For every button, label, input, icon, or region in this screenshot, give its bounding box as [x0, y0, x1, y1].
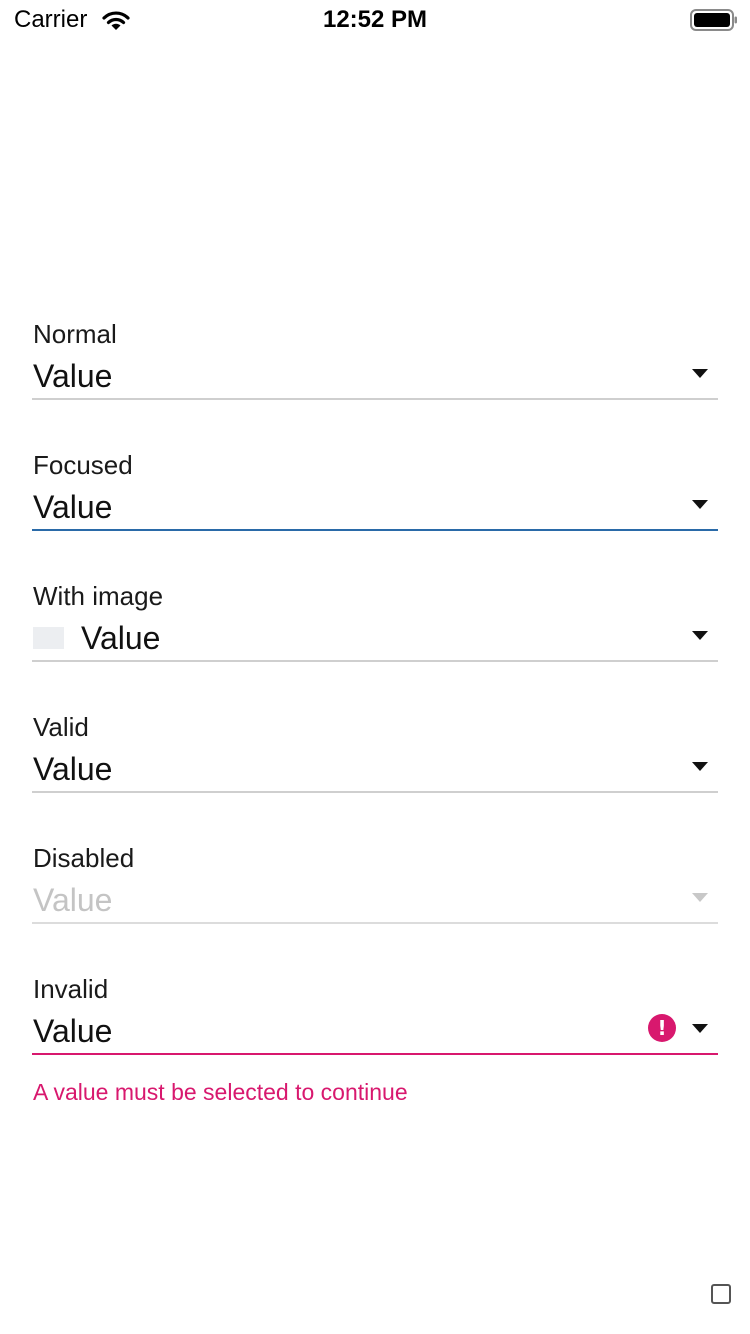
field-normal: Normal Value [32, 318, 718, 428]
select-value: Value [33, 1013, 113, 1049]
field-underline [32, 398, 718, 400]
error-icon: ! [648, 1014, 676, 1042]
field-with-image: With image Value [32, 580, 718, 690]
field-label: Normal [33, 319, 117, 349]
field-focused: Focused Value [32, 449, 718, 559]
select-value: Value [33, 358, 113, 394]
caret-down-icon [692, 893, 708, 902]
field-label: Invalid [33, 974, 109, 1004]
disabled-select: Value [32, 876, 718, 924]
with-image-select[interactable]: Value [32, 614, 718, 662]
field-underline-error [32, 1053, 718, 1055]
field-underline [32, 660, 718, 662]
caret-down-icon [692, 500, 708, 509]
placeholder-image [33, 627, 64, 649]
select-value: Value [33, 882, 113, 918]
caret-down-icon [692, 631, 708, 640]
caret-down-icon [692, 1024, 708, 1033]
normal-select[interactable]: Value [32, 352, 718, 400]
field-invalid: Invalid Value ! [32, 973, 718, 1083]
corner-checkbox[interactable] [711, 1284, 731, 1304]
field-underline [32, 791, 718, 793]
battery-icon [690, 9, 737, 31]
error-message: A value must be selected to continue [33, 1079, 408, 1105]
field-underline-focused [32, 529, 718, 531]
caret-down-icon [692, 762, 708, 771]
status-bar: Carrier 12:52 PM [0, 0, 750, 40]
field-disabled: Disabled Value [32, 842, 718, 952]
field-label: Disabled [33, 843, 135, 873]
select-value: Value [33, 489, 113, 525]
caret-down-icon [692, 369, 708, 378]
field-label: With image [33, 581, 164, 611]
field-label: Valid [33, 712, 89, 742]
select-value: Value [81, 620, 161, 656]
status-clock: 12:52 PM [322, 6, 428, 33]
invalid-select[interactable]: Value ! [32, 1007, 718, 1055]
focused-select[interactable]: Value [32, 483, 718, 531]
field-valid: Valid Value [32, 711, 718, 821]
select-value: Value [33, 751, 113, 787]
field-label: Focused [33, 450, 133, 480]
valid-select[interactable]: Value [32, 745, 718, 793]
field-underline [32, 922, 718, 924]
